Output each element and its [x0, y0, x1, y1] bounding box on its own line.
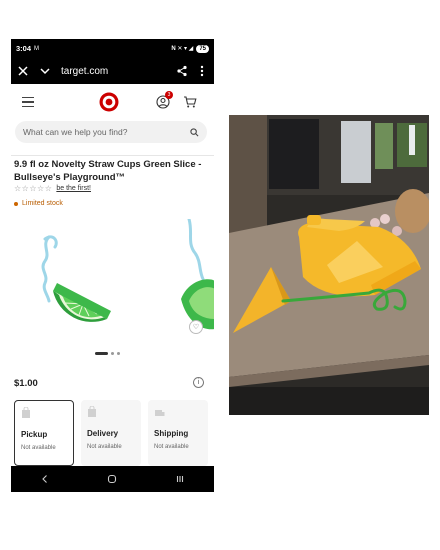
- status-misc: M: [34, 45, 40, 52]
- chevron-down-icon[interactable]: [37, 63, 53, 79]
- header-divider: [11, 155, 214, 156]
- favorite-heart-icon[interactable]: ♡: [189, 320, 203, 334]
- share-icon[interactable]: [174, 63, 190, 79]
- browser-toolbar: target.com: [11, 58, 214, 84]
- fulfillment-shipping[interactable]: Shipping Not available: [148, 400, 208, 466]
- shipping-box-icon: [155, 410, 165, 416]
- fulfillment-status: Not available: [87, 444, 122, 450]
- more-vert-icon[interactable]: [194, 63, 210, 79]
- phone-screenshot: 3:04 M N ✕ ▾ ◢ 75 target.com 3 What can …: [11, 39, 214, 492]
- back-icon[interactable]: [40, 474, 50, 484]
- status-bar: 3:04 M N ✕ ▾ ◢ 75: [11, 39, 214, 58]
- star-rating-icon: ☆☆☆☆☆: [14, 184, 53, 193]
- pickup-bag-icon: [22, 406, 30, 418]
- stock-label: Limited stock: [22, 200, 63, 207]
- rating-row: ☆☆☆☆☆ be the first!: [14, 184, 91, 193]
- search-icon[interactable]: [190, 127, 199, 137]
- carousel-dot[interactable]: [117, 352, 120, 355]
- target-logo[interactable]: [99, 92, 119, 112]
- search-bar[interactable]: [15, 121, 207, 143]
- status-icons: N ✕ ▾ ◢ 75: [171, 44, 209, 53]
- android-nav-bar: [11, 466, 214, 492]
- fulfillment-delivery[interactable]: Delivery Not available: [81, 400, 141, 466]
- fulfillment-name: Pickup: [21, 430, 48, 439]
- carousel-dots[interactable]: [95, 352, 120, 355]
- delivery-bag-icon: [88, 405, 96, 417]
- lemon-cup-photo: [229, 115, 429, 415]
- info-icon[interactable]: i: [193, 377, 204, 388]
- cart-icon[interactable]: [183, 95, 197, 109]
- menu-icon[interactable]: [22, 97, 34, 107]
- status-time: 3:04: [16, 44, 32, 53]
- close-icon[interactable]: [15, 63, 31, 79]
- home-icon[interactable]: [107, 474, 117, 484]
- status-signal-icons: N ✕ ▾ ◢: [171, 46, 194, 52]
- fulfillment-name: Delivery: [87, 429, 119, 438]
- recent-apps-icon[interactable]: [175, 474, 185, 484]
- carousel-dot[interactable]: [111, 352, 114, 355]
- url-text[interactable]: target.com: [61, 66, 108, 77]
- battery-icon: 75: [196, 44, 209, 53]
- account-badge: 3: [165, 91, 173, 99]
- stock-status: Limited stock: [14, 200, 63, 207]
- fulfillment-name: Shipping: [154, 429, 189, 438]
- site-header: 3: [11, 84, 214, 120]
- product-price: $1.00: [14, 378, 38, 389]
- fulfillment-pickup[interactable]: Pickup Not available: [14, 400, 74, 466]
- search-input[interactable]: [23, 127, 190, 137]
- product-image-lime-cup[interactable]: [15, 219, 143, 344]
- carousel-dot-active[interactable]: [95, 352, 108, 355]
- product-gallery[interactable]: [11, 219, 214, 344]
- stock-dot-icon: [14, 201, 18, 206]
- fulfillment-status: Not available: [154, 444, 189, 450]
- product-title: 9.9 fl oz Novelty Straw Cups Green Slice…: [14, 159, 202, 183]
- fulfillment-status: Not available: [21, 445, 56, 451]
- review-link[interactable]: be the first!: [56, 185, 91, 192]
